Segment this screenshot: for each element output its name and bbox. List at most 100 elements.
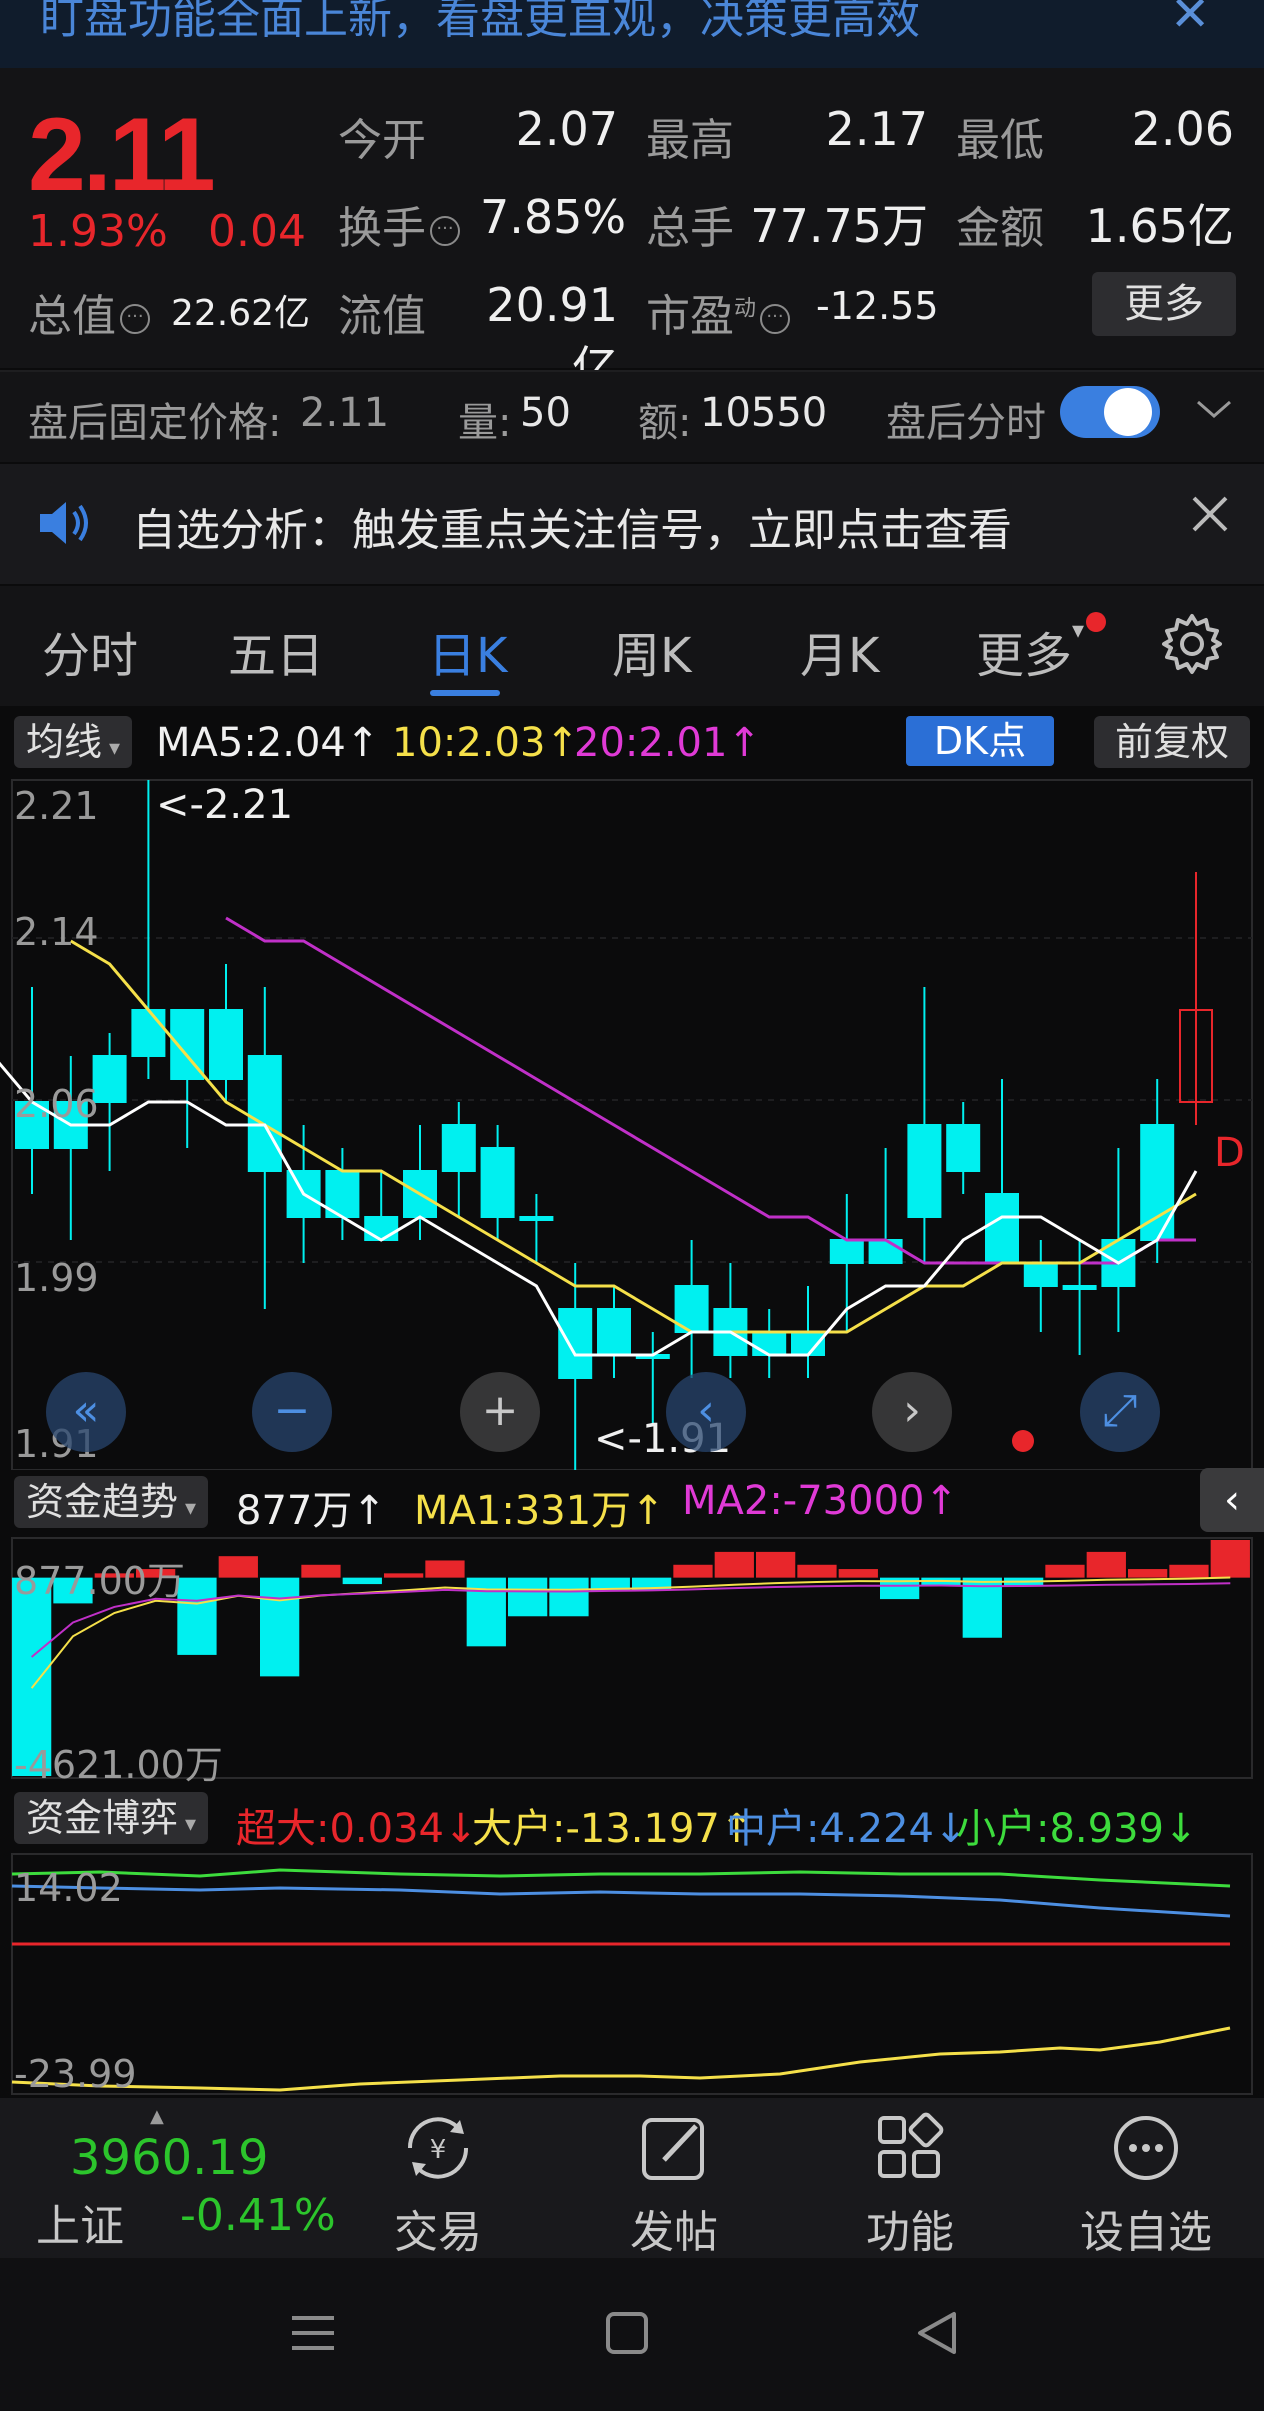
fund-game-large: 大户:-13.197↑ [472,1806,754,1852]
info-icon[interactable]: ··· [760,304,791,334]
nav-post-label: 发帖 [630,2207,718,2258]
fund-game-chart[interactable] [0,1852,1264,2096]
candle-body [1023,1262,1058,1287]
candle-body [364,1216,399,1241]
chevron-down-icon[interactable] [1194,392,1234,433]
low-value: 2.06 [1131,102,1234,156]
menu-icon[interactable] [290,2310,336,2360]
turnover-label[interactable]: 换手 ··· [338,192,460,256]
banner-text: 盯盘功能全面上新，看盘更直观，决策更高效 [40,0,920,44]
fund-trend-bar [425,1560,465,1578]
candle-body [519,1216,554,1221]
index-percent[interactable]: -0.41% [180,2190,336,2241]
axis-label-2: 2.14 [14,910,99,954]
home-icon[interactable] [604,2310,650,2360]
candle-body [829,1239,864,1264]
axis-label-3: 2.06 [14,1082,99,1126]
next-icon[interactable]: › [872,1372,952,1452]
indicator-selector[interactable]: 均线 ▾ [14,716,133,768]
dk-point-button[interactable]: DK点 [906,716,1054,766]
pe-label-text: 市盈 [646,291,734,342]
candle-body [907,1124,942,1218]
zoom-out-icon[interactable]: − [252,1372,332,1452]
tab-more[interactable]: 更多▾ [976,616,1084,686]
svg-text:¥: ¥ [430,2135,447,2165]
index-value[interactable]: 3960.19 [70,2130,269,2186]
amount-value: 1.65亿 [1085,199,1234,253]
float-label: 流值 [338,291,426,342]
tab-weekly-k[interactable]: 周K [612,616,691,686]
fund-trend-bar [342,1577,382,1585]
mktcap-label[interactable]: 总值 ··· [28,280,150,344]
game-axis-top: 14.02 [14,1866,123,1910]
toggle-knob [1104,388,1152,436]
signal-dot [1012,1430,1034,1452]
fund-trend-bar [838,1569,878,1578]
small-player-line [11,1868,1231,1888]
after-price-label: 盘后固定价格: [28,400,282,446]
fund-game-small: 小户:8.939↓ [956,1806,1198,1852]
candle-body [558,1308,593,1379]
d-marker: D [1214,1130,1245,1176]
turnover-value: 7.85% [480,190,627,244]
tab-five-day[interactable]: 五日 [228,616,324,686]
nav-add-watchlist[interactable]: 设自选 [1066,2110,1226,2260]
fund-game-selector[interactable]: 资金博弈 ▾ [14,1792,209,1844]
fund-game-label: 资金博弈 [26,1796,179,1840]
after-price: 2.11 [300,390,390,436]
close-icon[interactable]: ✕ [1170,0,1210,42]
nav-functions[interactable]: 功能 [830,2110,990,2260]
after-timeshare-label: 盘后分时 [886,400,1046,446]
max-price-marker: <-2.21 [156,782,294,828]
grid-icon [878,2112,944,2178]
fund-game-super: 超大:0.034↓ [236,1806,478,1852]
adjust-button[interactable]: 前复权 [1094,716,1250,768]
tab-timeshare[interactable]: 分时 [42,616,138,686]
collapse-panel-icon[interactable]: ‹ [1200,1468,1264,1532]
candle-body [868,1239,903,1264]
tab-daily-k[interactable]: 日K [428,616,507,686]
close-icon[interactable] [1188,490,1232,548]
pe-label[interactable]: 市盈动 ··· [646,280,791,344]
high-value: 2.17 [825,102,928,156]
change-amount: 0.04 [208,206,306,257]
fund-trend-ma2: MA2:-73000↑ [682,1478,958,1524]
edit-icon [642,2118,704,2180]
trend-axis-top: 877.00万 [14,1559,185,1603]
pe-sup: 动 [734,296,757,322]
fund-trend-bar [1045,1564,1085,1578]
nav-trade[interactable]: ¥ 交易 [358,2110,518,2260]
gear-icon[interactable] [1160,612,1224,680]
fund-trend-selector[interactable]: 资金趋势 ▾ [14,1476,209,1528]
axis-label-top: 2.21 [14,784,99,828]
caret-down-icon: ▾ [178,1812,197,1837]
kline-chart[interactable] [0,770,1264,1470]
info-icon[interactable]: ··· [430,216,460,246]
fund-trend-value: 877万↑ [236,1488,386,1534]
fund-trend-bar [797,1564,837,1578]
fullscreen-icon[interactable]: ⤢ [1080,1372,1160,1452]
promo-banner[interactable]: 盯盘功能全面上新，看盘更直观，决策更高效 ✕ [0,0,1264,68]
caret-down-icon: ▾ [1072,616,1085,644]
prev-icon[interactable]: ‹ [666,1372,746,1452]
nav-post[interactable]: 发帖 [594,2110,754,2260]
tab-more-label: 更多 [976,628,1073,684]
fund-trend-ma1: MA1:331万↑ [414,1488,665,1534]
caret-up-icon: ▲ [150,2106,164,2127]
after-amt: 10550 [700,390,828,436]
fund-trend-bar [1169,1564,1209,1578]
back-icon[interactable] [914,2310,960,2360]
fund-trend-bar [673,1564,713,1578]
zoom-in-icon[interactable]: + [460,1372,540,1452]
scroll-left-icon[interactable]: « [46,1372,126,1452]
index-name[interactable]: 上证 [36,2190,124,2254]
ma20-legend: 20:2.01↑ [574,720,761,766]
fund-trend-bar [714,1551,754,1578]
tab-monthly-k[interactable]: 月K [800,616,879,686]
fund-trend-bar [384,1573,424,1578]
info-icon[interactable]: ··· [120,304,150,334]
indicator-label: 均线 [26,720,103,764]
amount-label: 金额 [956,203,1044,254]
more-button[interactable]: 更多 [1092,272,1236,336]
notification-dot [1086,612,1106,632]
